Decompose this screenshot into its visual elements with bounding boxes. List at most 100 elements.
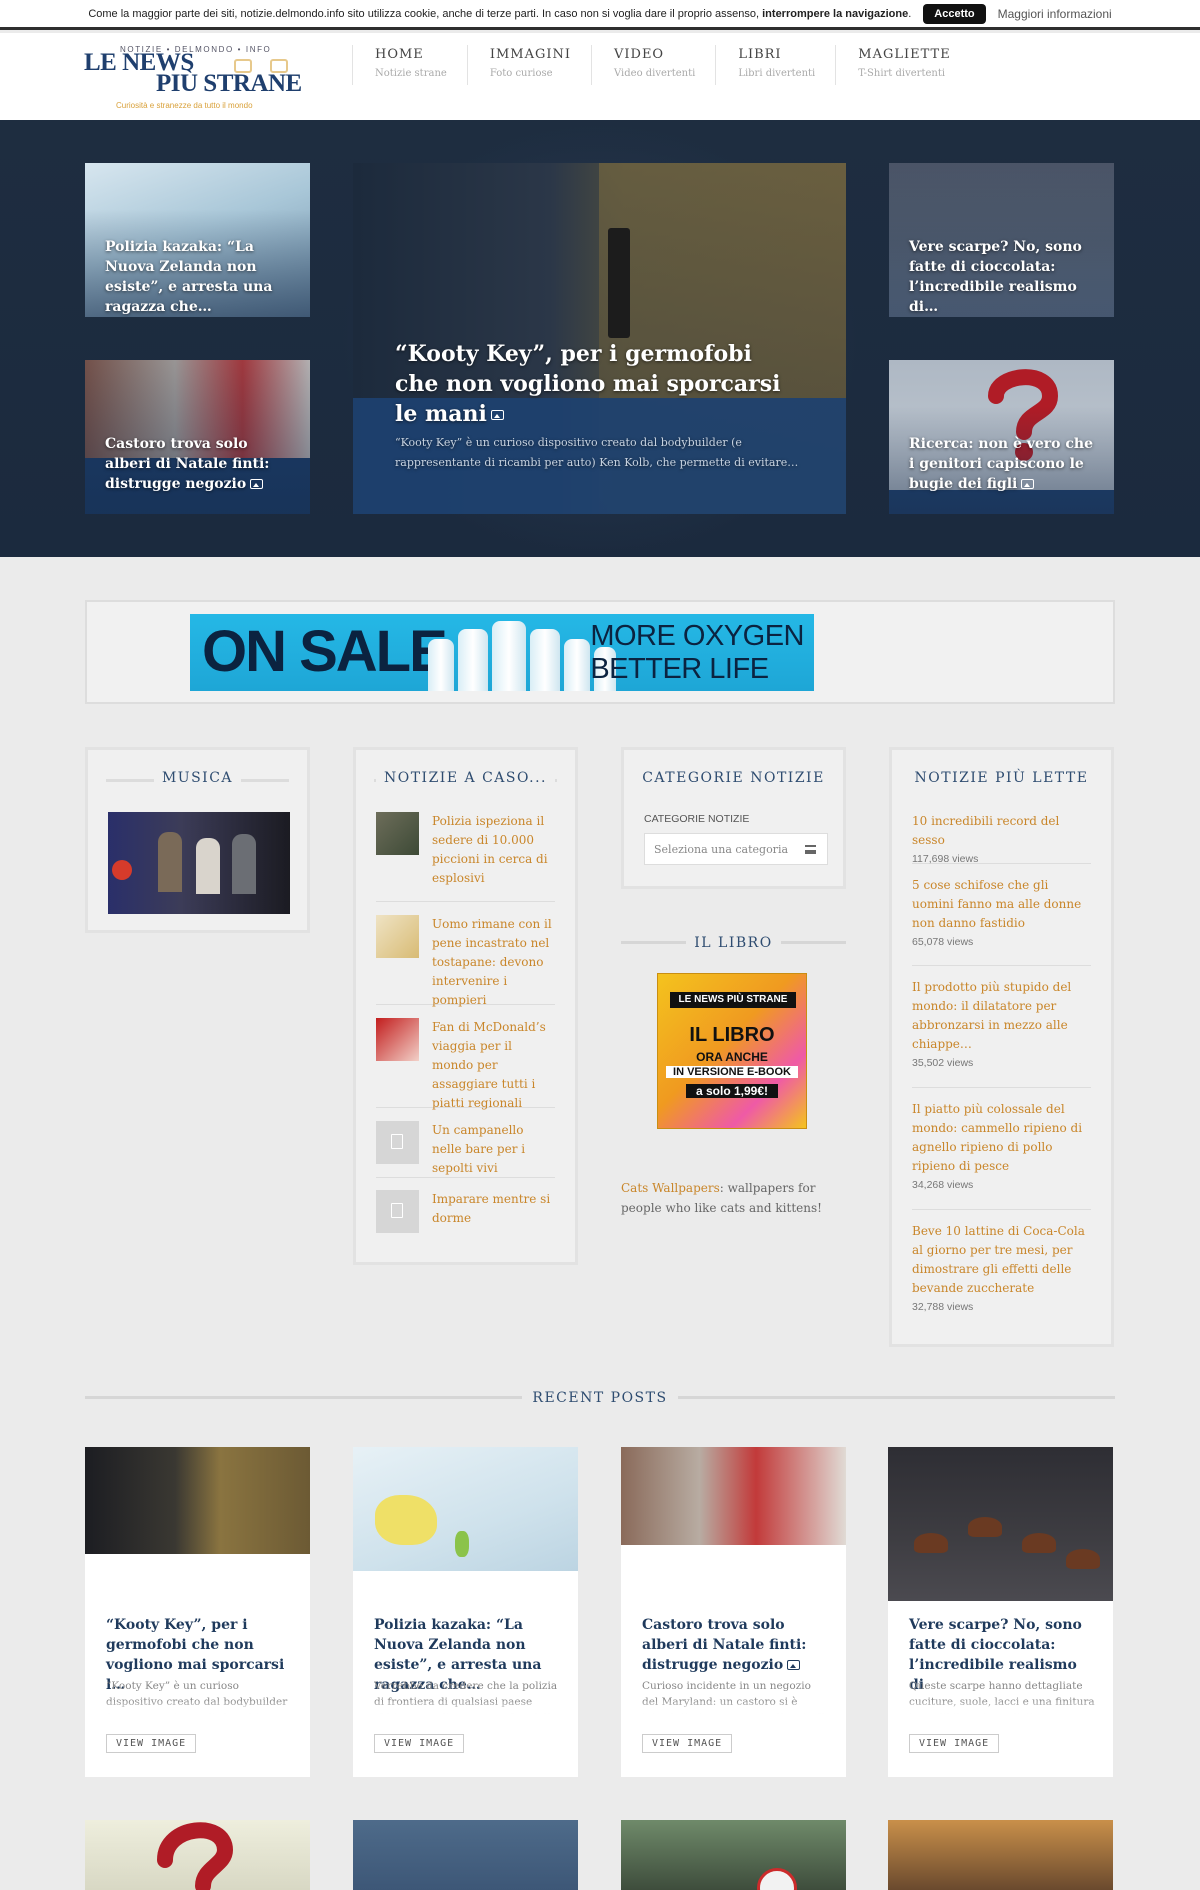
recent-post-card[interactable] [353,1820,578,1890]
shoe-shape [1066,1549,1100,1569]
question-mark-icon [157,1822,234,1890]
list-item-title: Imparare mentre si dorme [432,1192,551,1225]
book-cover-head: LE NEWS PIÙ STRANE [670,992,796,1008]
widget-musica: MUSICA [85,747,310,933]
section-title: RECENT POSTS [522,1390,678,1406]
nav-magliette[interactable]: MAGLIETTE T-Shirt divertenti [835,45,970,85]
hero-tile-beaver[interactable]: Castoro trova solo alberi di Natale fint… [85,360,310,514]
nav-label: VIDEO [614,47,665,62]
cats-wallpapers-text: Cats Wallpapers: wallpapers for people w… [621,1178,851,1218]
recent-post-card[interactable] [85,1820,310,1890]
ad-onsale-text: ON SALE [202,619,448,684]
post-image [85,1447,310,1554]
popular-item[interactable]: 5 cose schifose che gli uomini fanno ma … [912,876,1091,966]
popular-item[interactable]: Il prodotto più stupido del mondo: il di… [912,978,1091,1088]
logo-tagline: Curiosità e stranezze da tutto il mondo [116,101,253,110]
band-logo [112,860,132,880]
more-info-link[interactable]: Maggiori informazioni [998,7,1112,21]
toaster-thumbnail [376,915,419,958]
widget-book-title: IL LIBRO [621,932,846,956]
category-label: CATEGORIE NOTIZIE [644,813,750,825]
hero-main-kooty-key[interactable]: “Kooty Key”, per i germofobi che non vog… [353,163,846,514]
cookie-text: Come la maggior parte dei siti, notizie.… [88,7,912,20]
ad-slogan-line: MORE OXYGEN [590,620,804,652]
popular-item[interactable]: Beve 10 lattine di Coca-Cola al giorno p… [912,1222,1091,1332]
music-video-thumbnail[interactable] [108,812,290,914]
hero-main-excerpt: “Kooty Key” è un curioso dispositivo cre… [395,436,799,469]
list-item[interactable]: Imparare mentre si dorme [376,1190,555,1246]
book-cover-image[interactable]: LE NEWS PIÙ STRANE IL LIBRO ORA ANCHE IN… [657,973,807,1129]
nav-sublabel: Notizie strane [375,68,447,79]
post-image [353,1447,578,1571]
recent-post-card[interactable]: Polizia kazaka: “La Nuova Zelanda non es… [353,1447,578,1777]
hero-tile-title: Ricerca: non è vero che i genitori capis… [909,436,1093,492]
popular-item-title: 10 incredibili record del sesso [912,814,1060,847]
hero-tile-title: Castoro trova solo alberi di Natale fint… [105,436,270,492]
football-shape [757,1868,797,1890]
hero-tile-research[interactable]: Ricerca: non è vero che i genitori capis… [889,360,1114,514]
list-item[interactable]: Fan di McDonald’s viaggia per il mondo p… [376,1018,555,1110]
image-icon [250,479,264,489]
popular-item-title: Il prodotto più stupido del mondo: il di… [912,980,1072,1051]
new-zealand-shape [455,1531,469,1557]
accept-cookies-button[interactable]: Accetto [923,3,986,24]
view-image-button[interactable]: VIEW IMAGE [106,1734,197,1753]
cookie-bold-text: interrompere la navigazione [762,7,909,20]
hero-tile-kazakh-police[interactable]: Polizia kazaka: “La Nuova Zelanda non es… [85,163,310,317]
document-icon [391,1134,403,1149]
nav-label: IMMAGINI [489,47,571,62]
category-select[interactable]: Seleziona una categoria [644,833,828,865]
cookie-bar: Come la maggior parte dei siti, notizie.… [0,0,1200,30]
bottle-image [530,629,560,691]
list-item[interactable]: Uomo rimane con il pene incastrato nel t… [376,915,555,1007]
popular-item-title: 5 cose schifose che gli uomini fanno ma … [912,878,1082,930]
hero-main-title: “Kooty Key”, per i germofobi che non vog… [395,341,781,427]
nav-label: HOME [375,47,424,62]
site-header: NOTIZIE • DELMONDO • INFO LE NEWS PIÙ ST… [0,33,1200,120]
widget-popular-news: NOTIZIE PIÙ LETTE 10 incredibili record … [889,747,1114,1347]
view-image-button[interactable]: VIEW IMAGE [642,1734,733,1753]
nav-home[interactable]: HOME Notizie strane [352,45,467,85]
image-icon [787,1660,801,1670]
recent-posts-heading: RECENT POSTS [85,1387,1115,1407]
recent-post-card[interactable] [888,1820,1113,1890]
popular-item[interactable]: 10 incredibili record del sesso 117,698 … [912,812,1091,865]
popular-item-title: Beve 10 lattine di Coca-Cola al giorno p… [912,1224,1085,1295]
view-count: 117,698 views [912,853,979,865]
nav-video[interactable]: VIDEO Video divertenti [591,45,715,85]
post-image [621,1447,846,1545]
nav-sublabel: Libri divertenti [738,68,816,79]
site-logo[interactable]: NOTIZIE • DELMONDO • INFO LE NEWS PIÙ ST… [84,43,314,110]
list-item[interactable]: Polizia ispeziona il sedere di 10.000 pi… [376,812,555,902]
popular-item[interactable]: Il piatto più colossale del mondo: camme… [912,1100,1091,1210]
post-title: Castoro trova solo alberi di Natale fint… [642,1617,807,1673]
view-image-button[interactable]: VIEW IMAGE [909,1734,1000,1753]
hero-tile-title: Vere scarpe? No, sono fatte di cioccolat… [909,239,1082,315]
bottle-image [564,639,590,691]
nav-libri[interactable]: LIBRI Libri divertenti [715,45,835,85]
popular-item-title: Il piatto più colossale del mondo: camme… [912,1102,1083,1173]
mcdonalds-thumbnail [376,1018,419,1061]
hero-tile-chocolate-shoes[interactable]: Vere scarpe? No, sono fatte di cioccolat… [889,163,1114,317]
main-nav: HOME Notizie strane IMMAGINI Foto curiose … [352,45,971,85]
recent-post-card[interactable] [621,1820,846,1890]
widget-title: IL LIBRO [686,935,781,951]
ad-banner[interactable]: ON SALE MORE OXYGEN BETTER LIFE [190,614,814,691]
recent-post-card[interactable]: “Kooty Key”, per i germofobi che non vog… [85,1447,310,1777]
post-excerpt: Queste scarpe hanno dettagliate cuciture… [909,1678,1095,1714]
view-image-button[interactable]: VIEW IMAGE [374,1734,465,1753]
list-item[interactable]: Un campanello nelle bare per i sepolti v… [376,1121,555,1178]
bottle-image [492,621,526,691]
logo-line2: PIÙ STRANE [156,70,302,97]
shoe-shape [968,1517,1002,1537]
cats-wallpapers-link[interactable]: Cats Wallpapers [621,1181,720,1195]
widget-random-news: NOTIZIE A CASO... Polizia ispeziona il s… [353,747,578,1265]
select-placeholder: Seleziona una categoria [654,843,789,856]
recent-post-card[interactable]: Vere scarpe? No, sono fatte di cioccolat… [888,1447,1113,1777]
recent-post-card[interactable]: Castoro trova solo alberi di Natale fint… [621,1447,846,1777]
ad-slogan-line: BETTER LIFE [590,653,769,685]
post-excerpt: “Kooty Key” è un curioso dispositivo cre… [106,1678,292,1714]
image-icon [490,410,504,420]
nav-immagini[interactable]: IMMAGINI Foto curiose [466,45,591,85]
musician-figure [196,838,220,894]
